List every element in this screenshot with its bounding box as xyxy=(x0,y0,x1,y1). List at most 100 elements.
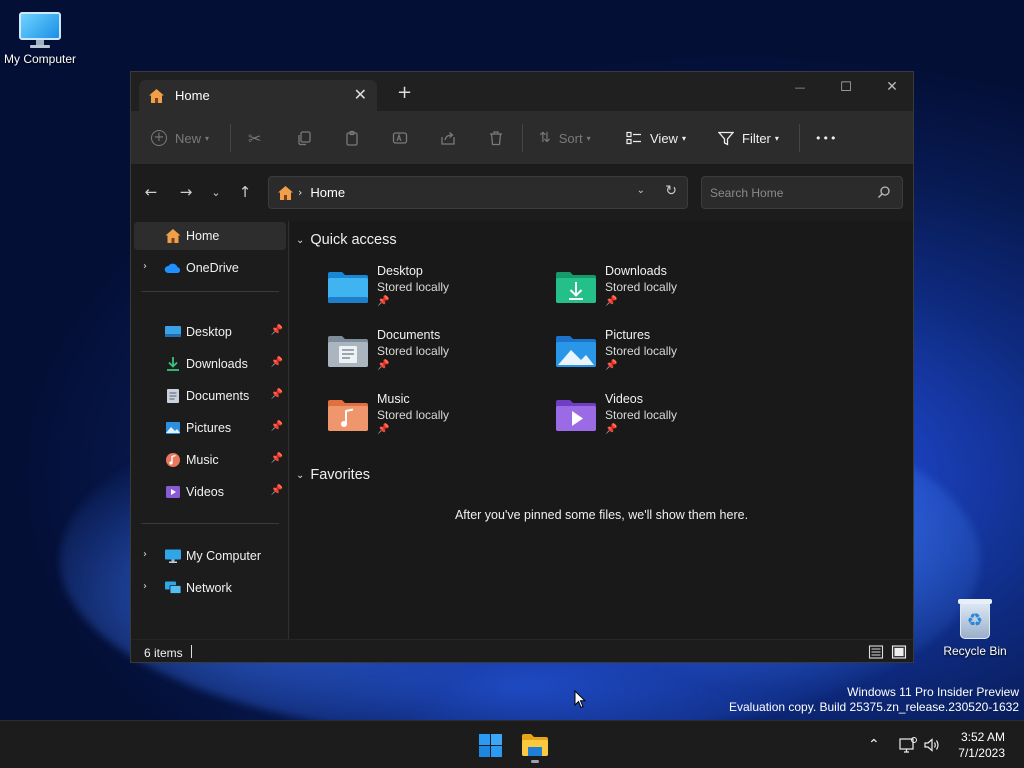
pin-icon[interactable]: 📌 xyxy=(271,389,283,400)
breadcrumb-home[interactable]: Home xyxy=(310,185,345,200)
tile-name: Downloads xyxy=(605,264,667,278)
address-row: ← → ⌄ ↑ › Home ⌄ ↻ xyxy=(131,165,913,221)
sidebar-item-desktop[interactable]: Desktop 📌 xyxy=(134,318,286,346)
sidebar-item-videos[interactable]: Videos 📌 xyxy=(134,478,286,506)
navigation-pane: Home › OneDrive Desktop 📌 Downloads 📌 Do… xyxy=(131,221,289,639)
tile-status: Stored locally xyxy=(605,344,678,358)
sidebar-item-label: Pictures xyxy=(186,421,232,435)
sidebar-item-music[interactable]: Music 📌 xyxy=(134,446,286,474)
close-window-button[interactable]: ✕ xyxy=(869,72,913,102)
quick-access-tile-desktop[interactable]: Desktop Stored locally 📌 xyxy=(327,264,537,320)
cut-button[interactable]: ✂ xyxy=(248,111,261,165)
favorites-header[interactable]: ⌄ Favorites xyxy=(296,467,370,483)
tiles-view-icon[interactable] xyxy=(891,644,907,660)
home-icon xyxy=(165,229,181,243)
taskbar-file-explorer[interactable] xyxy=(520,729,550,763)
pin-icon[interactable]: 📌 xyxy=(271,421,283,432)
clock[interactable]: 3:52 AM 7/1/2023 xyxy=(958,729,1005,761)
search-icon[interactable] xyxy=(877,185,891,199)
network-tray-button[interactable] xyxy=(899,721,917,768)
downloads-folder-icon xyxy=(556,272,596,303)
minimize-button[interactable]: — xyxy=(777,72,823,102)
toolbar-separator xyxy=(799,124,800,152)
chevron-down-icon[interactable]: ⌄ xyxy=(637,185,645,196)
paste-icon xyxy=(346,130,358,146)
network-icon xyxy=(165,581,182,594)
sidebar-item-label: OneDrive xyxy=(186,261,239,275)
filter-button[interactable]: Filter ▾ xyxy=(718,111,779,165)
sidebar-item-network[interactable]: › Network xyxy=(134,574,286,602)
details-view-icon[interactable] xyxy=(868,644,884,660)
tile-status: Stored locally xyxy=(605,280,678,294)
quick-access-tile-videos[interactable]: Videos Stored locally 📌 xyxy=(555,392,765,448)
recent-locations-button[interactable]: ⌄ xyxy=(203,179,229,205)
desktop-icon-my-computer[interactable]: My Computer xyxy=(0,12,80,66)
chevron-right-icon[interactable]: › xyxy=(143,261,147,272)
arrow-right-icon: → xyxy=(179,183,193,201)
quick-access-header[interactable]: ⌄ Quick access xyxy=(296,232,397,248)
speaker-icon xyxy=(924,738,939,752)
tile-name: Desktop xyxy=(377,264,423,278)
documents-folder-icon xyxy=(328,336,368,367)
sidebar-item-label: Desktop xyxy=(186,325,232,339)
chevron-down-icon: ⌄ xyxy=(296,469,305,481)
pin-icon[interactable]: 📌 xyxy=(271,325,283,336)
tab-home[interactable]: Home ✕ xyxy=(139,80,377,111)
rename-icon xyxy=(392,132,408,144)
new-tab-button[interactable]: + xyxy=(397,84,412,102)
status-divider xyxy=(191,645,192,658)
up-button[interactable]: ↑ xyxy=(232,179,258,205)
title-bar[interactable]: Home ✕ + — ☐ ✕ xyxy=(131,72,913,111)
sidebar-item-pictures[interactable]: Pictures 📌 xyxy=(134,414,286,442)
back-button[interactable]: ← xyxy=(138,179,164,205)
search-field[interactable] xyxy=(701,176,903,209)
delete-button[interactable] xyxy=(488,111,504,165)
quick-access-tile-music[interactable]: Music Stored locally 📌 xyxy=(327,392,537,448)
forward-button[interactable]: → xyxy=(173,179,199,205)
folder-icon xyxy=(522,734,548,756)
quick-access-tile-pictures[interactable]: Pictures Stored locally 📌 xyxy=(555,328,765,384)
volume-button[interactable] xyxy=(923,721,941,768)
tile-name: Pictures xyxy=(605,328,651,342)
quick-access-tile-documents[interactable]: Documents Stored locally 📌 xyxy=(327,328,537,384)
see-more-button[interactable]: ••• xyxy=(815,111,837,165)
show-hidden-icons-button[interactable]: ⌃ xyxy=(868,721,880,768)
breadcrumb-separator-icon: › xyxy=(298,186,303,199)
refresh-icon[interactable]: ↻ xyxy=(665,183,677,199)
sidebar-item-documents[interactable]: Documents 📌 xyxy=(134,382,286,410)
view-button[interactable]: View ▾ xyxy=(626,111,686,165)
maximize-button[interactable]: ☐ xyxy=(823,72,869,102)
new-button[interactable]: + New ▾ xyxy=(151,111,209,165)
quick-access-tile-downloads[interactable]: Downloads Stored locally 📌 xyxy=(555,264,765,320)
sort-label: Sort xyxy=(558,130,583,146)
sidebar-item-my-computer[interactable]: › My Computer xyxy=(134,542,286,570)
clock-date: 7/1/2023 xyxy=(958,746,1005,760)
sidebar-item-downloads[interactable]: Downloads 📌 xyxy=(134,350,286,378)
tile-name: Documents xyxy=(377,328,441,342)
desktop-icon-recycle-bin[interactable]: ♻ Recycle Bin xyxy=(935,598,1015,658)
paste-button[interactable] xyxy=(344,111,360,165)
windows-start-icon[interactable] xyxy=(478,733,503,758)
sort-button[interactable]: ⇅ Sort ▾ xyxy=(539,111,591,165)
pin-icon[interactable]: 📌 xyxy=(271,357,283,368)
sidebar-item-onedrive[interactable]: › OneDrive xyxy=(134,254,286,282)
close-icon: ✕ xyxy=(886,79,898,95)
copy-button[interactable] xyxy=(296,111,312,165)
search-input[interactable] xyxy=(702,177,872,208)
chevron-down-icon: ▾ xyxy=(774,133,779,143)
share-icon xyxy=(441,132,455,145)
share-button[interactable] xyxy=(440,111,456,165)
pin-icon[interactable]: 📌 xyxy=(271,485,283,496)
close-tab-icon[interactable]: ✕ xyxy=(354,85,367,104)
status-bar: 6 items xyxy=(131,639,913,662)
plus-circle-icon: + xyxy=(151,130,167,146)
rename-button[interactable] xyxy=(392,111,408,165)
address-bar[interactable]: › Home ⌄ ↻ xyxy=(268,176,688,209)
sidebar-item-label: Documents xyxy=(186,389,250,403)
clock-time: 3:52 AM xyxy=(960,730,1005,744)
chevron-right-icon[interactable]: › xyxy=(143,549,147,560)
pin-icon[interactable]: 📌 xyxy=(271,453,283,464)
pin-icon: 📌 xyxy=(377,424,390,435)
sidebar-item-home[interactable]: Home xyxy=(134,222,286,250)
chevron-right-icon[interactable]: › xyxy=(143,581,147,592)
